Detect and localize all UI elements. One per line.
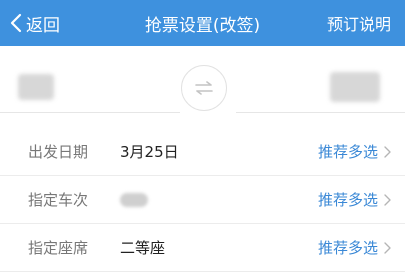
action-label: 推荐多选	[317, 239, 378, 257]
departure-station[interactable]	[18, 74, 54, 100]
train-number-value	[120, 176, 148, 223]
row-label: 指定车次	[28, 191, 89, 209]
chevron-right-icon	[384, 145, 391, 158]
action-label: 推荐多选	[317, 191, 378, 209]
divider	[236, 112, 405, 113]
swap-stations-button[interactable]	[181, 65, 227, 111]
chevron-right-icon	[384, 241, 391, 254]
seat-type-value: 二等座	[120, 239, 166, 257]
recommend-multi-select-button[interactable]: 推荐多选	[318, 128, 391, 175]
row-label: 出发日期	[28, 143, 89, 161]
row-seat-type[interactable]: 指定座席 二等座 推荐多选	[0, 224, 405, 272]
swap-arrows-icon	[195, 81, 213, 95]
row-train-number[interactable]: 指定车次 推荐多选	[0, 176, 405, 224]
row-label: 指定座席	[28, 239, 89, 257]
recommend-multi-select-button[interactable]: 推荐多选	[318, 176, 391, 223]
action-label: 推荐多选	[317, 143, 378, 161]
recommend-multi-select-button[interactable]: 推荐多选	[318, 224, 391, 271]
top-nav-bar: 返回 抢票设置(改签) 预订说明	[0, 0, 405, 46]
station-selector	[0, 46, 405, 129]
arrival-station[interactable]	[330, 72, 380, 102]
departure-date-value: 3月25日	[120, 143, 179, 161]
train-number-redacted	[120, 192, 148, 207]
booking-instructions-link[interactable]: 预订说明	[327, 0, 391, 46]
row-departure-date[interactable]: 出发日期 3月25日 推荐多选	[0, 128, 405, 176]
chevron-right-icon	[384, 193, 391, 206]
divider	[0, 112, 180, 113]
